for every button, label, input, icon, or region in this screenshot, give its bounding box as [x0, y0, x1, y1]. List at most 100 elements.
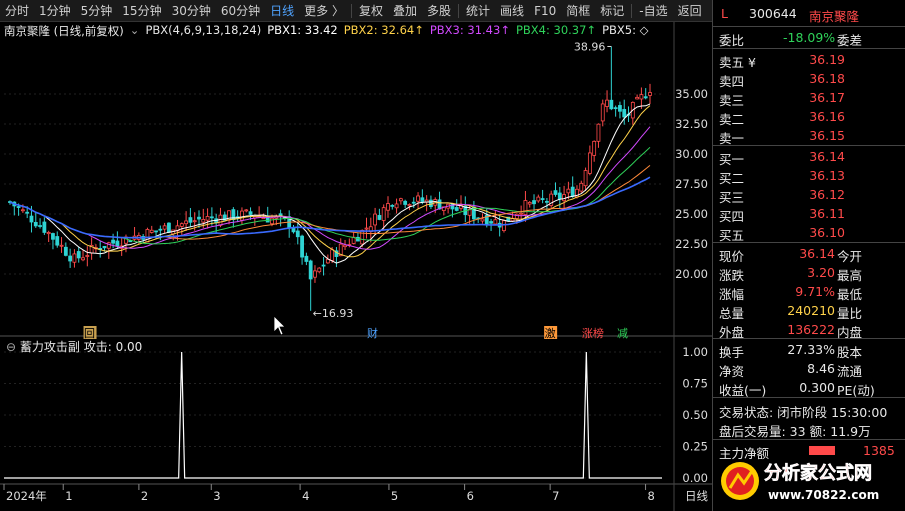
- indicator-name[interactable]: PBX(4,6,9,13,18,24): [145, 23, 261, 39]
- price-tick: 25.00: [675, 207, 708, 221]
- time-label: 3: [213, 489, 220, 503]
- pbx3-value: PBX3: 31.43↑: [429, 23, 510, 37]
- bid-row: 买三 36.12: [719, 187, 845, 205]
- ind-tick: 0.00: [682, 471, 708, 485]
- toolbar-item-10[interactable]: 多股: [422, 0, 456, 22]
- candle-body: [240, 210, 244, 221]
- candle-body: [167, 222, 171, 233]
- candle-body: [648, 92, 652, 96]
- candle-body: [613, 107, 618, 110]
- candle-body: [158, 228, 163, 231]
- candle-body: [42, 221, 47, 233]
- candle-body: [192, 220, 197, 223]
- candle-body: [248, 211, 253, 215]
- toolbar-item-0[interactable]: 分时: [0, 0, 34, 22]
- candle-body: [85, 255, 90, 257]
- toolbar-item-14[interactable]: 简框: [561, 0, 595, 22]
- toolbar-item-1[interactable]: 1分钟: [34, 0, 76, 22]
- candle-body: [420, 197, 425, 202]
- candle-body: [209, 216, 214, 219]
- collapse-icon[interactable]: ⊖: [6, 340, 16, 354]
- chevron-down-icon[interactable]: ⌄: [130, 23, 140, 39]
- high-label: 38.96: [574, 40, 606, 53]
- candle-body: [270, 217, 274, 225]
- candle-body: [394, 203, 399, 209]
- price-tick: 22.50: [675, 237, 708, 251]
- time-label: 2: [141, 489, 148, 503]
- toolbar-item-5[interactable]: 60分钟: [216, 0, 265, 22]
- candle-body: [304, 255, 309, 262]
- candle-body: [300, 235, 304, 258]
- candle-body: [639, 94, 644, 100]
- trade-status: 交易状态: 闭市阶段 15:30:00: [719, 405, 888, 420]
- candle-body: [519, 212, 524, 215]
- watermark-logo: 分析家公式网 www.70822.com: [718, 455, 900, 507]
- candle-body: [291, 228, 296, 233]
- price-tick: 32.50: [675, 117, 708, 131]
- toolbar-item-16[interactable]: -自选: [634, 0, 672, 22]
- candle-body: [201, 218, 206, 223]
- bid-row: 买二 36.13: [719, 168, 845, 186]
- weibi-row: 委比 -18.09% 委差: [719, 30, 863, 48]
- candle-body: [16, 206, 21, 208]
- candle-body: [111, 239, 115, 244]
- kline-chart[interactable]: 35.0032.5030.0027.5025.0022.5020.0038.96…: [0, 22, 712, 511]
- stat-row: 涨幅 9.71% 最低: [719, 284, 863, 302]
- candle-body: [317, 267, 322, 273]
- candle-body: [29, 215, 34, 223]
- toolbar-item-15[interactable]: 标记: [595, 0, 629, 22]
- candle-body: [386, 203, 390, 211]
- pbx2-value: PBX2: 32.64↑: [343, 23, 424, 37]
- candle-body: [162, 225, 167, 230]
- candle-body: [343, 244, 347, 248]
- toolbar-item-7[interactable]: 更多 〉: [299, 0, 349, 22]
- candle-body: [540, 198, 545, 200]
- event-mark: 财: [367, 326, 378, 340]
- candle-body: [403, 200, 408, 205]
- toolbar-item-2[interactable]: 5分钟: [76, 0, 118, 22]
- toolbar-item-8[interactable]: 复权: [354, 0, 388, 22]
- candle-body: [557, 192, 562, 200]
- candle-body: [596, 123, 601, 142]
- attack-signal-line: [4, 351, 662, 479]
- candle-body: [184, 220, 189, 225]
- quote-header: L 300644 南京聚隆: [713, 4, 905, 24]
- stat-row: 总量 240210 量比: [719, 303, 863, 321]
- candle-body: [600, 103, 605, 122]
- indicator-panel-label: 蓄力攻击副 攻击: 0.00: [19, 340, 143, 354]
- candle-body: [536, 196, 541, 202]
- ask-row: 卖二 36.16: [719, 109, 845, 127]
- pbx-line-5: [9, 165, 651, 240]
- candle-body: [566, 188, 571, 194]
- toolbar-item-6[interactable]: 日线: [265, 0, 299, 22]
- candle-body: [618, 105, 622, 112]
- candle-body: [205, 216, 210, 221]
- toolbar-item-3[interactable]: 15分钟: [117, 0, 166, 22]
- candle-body: [502, 220, 506, 231]
- indicator-panel-title: ⊖ 蓄力攻击副 攻击: 0.00: [6, 338, 142, 355]
- toolbar-item-12[interactable]: 画线: [495, 0, 529, 22]
- toolbar-item-17[interactable]: 返回: [673, 0, 707, 22]
- pbx-line-2: [9, 105, 651, 258]
- candle-body: [587, 152, 592, 174]
- toolbar-item-9[interactable]: 叠加: [388, 0, 422, 22]
- toolbar-item-11[interactable]: 统计: [461, 0, 495, 22]
- chart-area[interactable]: 南京聚隆 (日线,前复权) ⌄ PBX(4,6,9,13,18,24) PBX1…: [0, 22, 712, 511]
- toolbar-item-13[interactable]: F10: [529, 0, 561, 22]
- time-label: 8: [648, 489, 655, 503]
- candle-body: [51, 233, 55, 240]
- stat-row: 外盘 136222 内盘: [719, 322, 863, 340]
- stock-code: 300644: [749, 6, 797, 21]
- candle-body: [622, 109, 627, 118]
- candle-body: [102, 245, 107, 249]
- candle-body: [218, 214, 223, 226]
- time-label: 6: [467, 489, 474, 503]
- time-label: 5: [391, 489, 398, 503]
- event-mark: 减: [617, 327, 628, 340]
- toolbar-item-4[interactable]: 30分钟: [167, 0, 216, 22]
- ind-tick: 1.00: [682, 345, 708, 359]
- event-mark: 激: [545, 326, 556, 340]
- stock-name: 南京聚隆: [809, 9, 860, 24]
- candle-body: [55, 236, 60, 246]
- candle-body: [398, 198, 403, 202]
